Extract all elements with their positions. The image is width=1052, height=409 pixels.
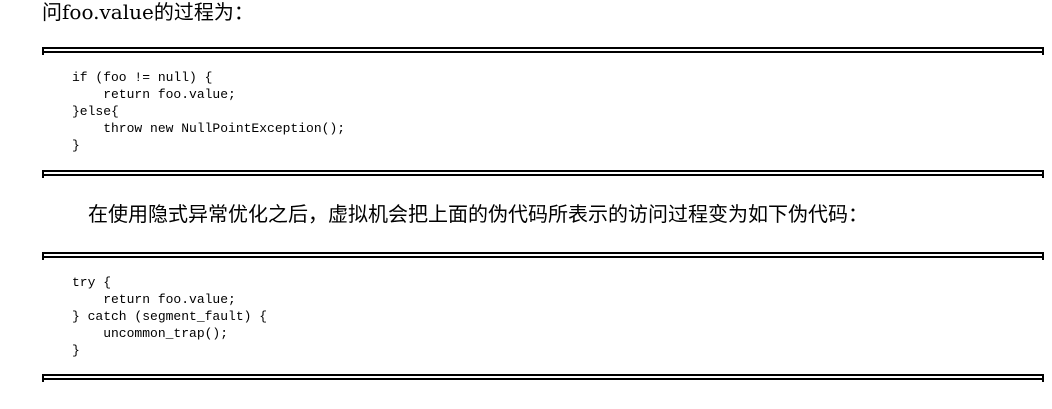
code-line: try {: [72, 275, 112, 290]
code-line: return foo.value;: [72, 292, 236, 307]
code-block-top-rule: [42, 47, 1044, 55]
code-line: }else{: [72, 104, 119, 119]
code-line: uncommon_trap();: [72, 326, 229, 341]
code-block-null-check: if (foo != null) { return foo.value; }els…: [72, 69, 345, 154]
explanation-text: 在使用隐式异常优化之后，虚拟机会把上面的伪代码所表示的访问过程变为如下伪代码：: [88, 202, 868, 226]
code-block-bottom-rule: [42, 374, 1044, 382]
intro-text: 问foo.value的过程为：: [42, 0, 254, 24]
code-block-try-catch: try { return foo.value; } catch (segment_…: [72, 274, 267, 359]
code-line: if (foo != null) {: [72, 70, 213, 85]
code-block-bottom-rule: [42, 170, 1044, 178]
code-block-top-rule: [42, 252, 1044, 260]
code-line: } catch (segment_fault) {: [72, 309, 268, 324]
code-line: }: [72, 138, 80, 153]
code-line: throw new NullPointException();: [72, 121, 346, 136]
code-line: return foo.value;: [72, 87, 236, 102]
code-line: }: [72, 343, 80, 358]
